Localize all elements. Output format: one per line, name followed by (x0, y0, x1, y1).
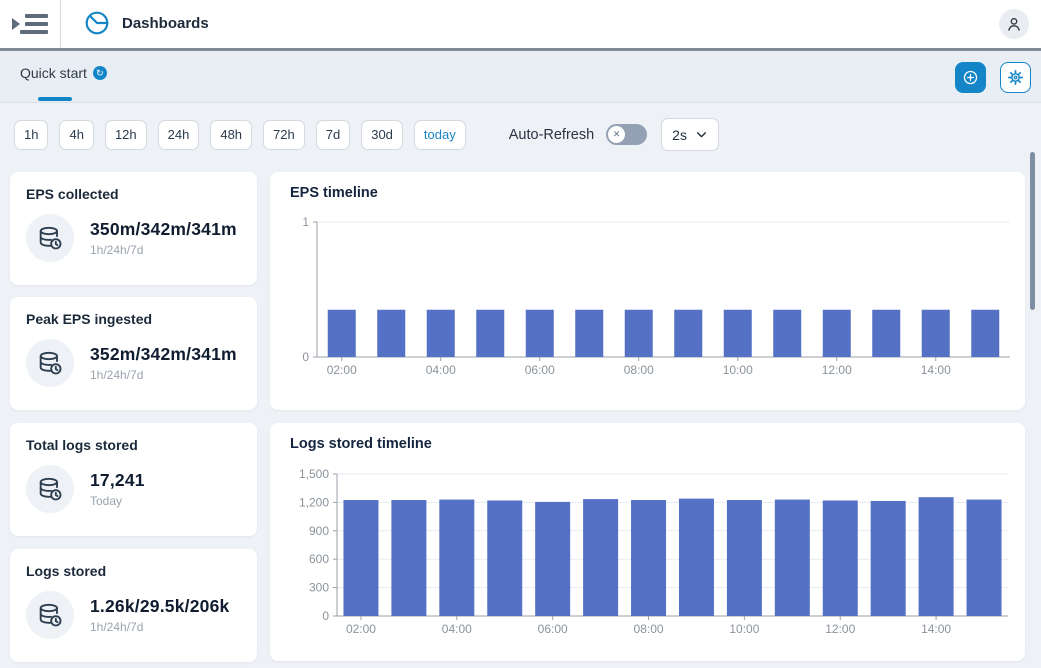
svg-text:0: 0 (302, 350, 309, 364)
auto-refresh-label: Auto-Refresh (509, 127, 594, 143)
range-button-72h[interactable]: 72h (263, 120, 305, 150)
range-button-24h[interactable]: 24h (158, 120, 200, 150)
database-clock-icon (26, 465, 74, 513)
card-value: 352m/342m/341m (90, 344, 237, 365)
logs-stored-timeline-panel: 0 300 600 900 1,200 1,500 02:00 04:00 06:00 08:00… (270, 423, 1025, 661)
card-subtext: 1h/24h/7d (90, 368, 237, 382)
card-eps-collected: EPS collected 350m/342m/341m 1h/24h/7d (10, 172, 257, 285)
svg-text:0: 0 (322, 609, 329, 623)
svg-text:14:00: 14:00 (921, 363, 951, 377)
active-tab-indicator (38, 97, 72, 101)
card-total-logs-stored: Total logs stored 17,241 Today (10, 423, 257, 536)
time-range-toolbar: 1h 4h 12h 24h 48h 72h 7d 30d today Auto-… (14, 118, 719, 151)
eps-timeline-chart: 0 1 02:00 04:00 06:00 08:00 10:00 12:00 14:00 (270, 172, 1025, 410)
svg-text:600: 600 (309, 552, 329, 566)
database-clock-icon (26, 591, 74, 639)
vertical-scrollbar-thumb[interactable] (1030, 152, 1035, 310)
logs-stored-timeline-chart: 0 300 600 900 1,200 1,500 02:00 04:00 06:00 08:00… (270, 423, 1025, 661)
sidebar-toggle-icon (12, 18, 20, 30)
dashboard-settings-button[interactable] (1000, 62, 1031, 93)
gear-icon (1007, 68, 1024, 87)
svg-text:12:00: 12:00 (822, 363, 852, 377)
range-button-12h[interactable]: 12h (105, 120, 147, 150)
svg-text:08:00: 08:00 (634, 622, 664, 636)
circle-plus-icon (962, 68, 979, 87)
sidebar-toggle-button[interactable] (12, 11, 48, 37)
card-title: Logs stored (26, 563, 241, 579)
svg-text:10:00: 10:00 (723, 363, 753, 377)
database-clock-icon (26, 214, 74, 262)
svg-text:02:00: 02:00 (327, 363, 357, 377)
svg-text:300: 300 (309, 581, 329, 595)
svg-text:1,200: 1,200 (299, 495, 329, 509)
user-icon (1005, 14, 1023, 34)
tab-label: Quick start (20, 65, 87, 81)
svg-text:08:00: 08:00 (624, 363, 654, 377)
card-title: Peak EPS ingested (26, 311, 241, 327)
svg-text:1,500: 1,500 (299, 467, 329, 481)
range-button-30d[interactable]: 30d (361, 120, 403, 150)
svg-text:06:00: 06:00 (525, 363, 555, 377)
chevron-down-icon (695, 128, 708, 141)
database-clock-icon (26, 339, 74, 387)
range-button-4h[interactable]: 4h (59, 120, 93, 150)
range-button-today[interactable]: today (414, 120, 466, 150)
svg-text:900: 900 (309, 524, 329, 538)
auto-refresh-toggle[interactable]: ✕ (606, 124, 647, 145)
add-dashboard-button[interactable] (955, 62, 986, 93)
header-divider (60, 0, 61, 48)
svg-text:04:00: 04:00 (442, 622, 472, 636)
card-subtext: 1h/24h/7d (90, 620, 229, 634)
card-peak-eps-ingested: Peak EPS ingested 352m/342m/341m 1h/24h/… (10, 297, 257, 410)
range-button-1h[interactable]: 1h (14, 120, 48, 150)
eps-timeline-panel: 0 1 02:00 04:00 06:00 08:00 10:00 12:00 14:00 EP… (270, 172, 1025, 410)
dashboard-tabbar: Quick start ↻ (0, 51, 1041, 103)
app-window: Dashboards Quick start ↻ (0, 0, 1041, 668)
card-title: Total logs stored (26, 437, 241, 453)
tab-quick-start[interactable]: Quick start ↻ (20, 65, 107, 81)
svg-text:02:00: 02:00 (346, 622, 376, 636)
card-subtext: 1h/24h/7d (90, 243, 237, 257)
card-subtext: Today (90, 494, 145, 508)
toggle-off-x-icon: ✕ (608, 126, 625, 143)
range-button-7d[interactable]: 7d (316, 120, 350, 150)
refresh-interval-select[interactable]: 2s (661, 118, 719, 151)
page-title: Dashboards (122, 15, 209, 32)
svg-text:06:00: 06:00 (538, 622, 568, 636)
card-logs-stored: Logs stored 1.26k/29.5k/206k 1h/24h/7d (10, 549, 257, 662)
svg-text:12:00: 12:00 (825, 622, 855, 636)
card-value: 17,241 (90, 470, 145, 491)
user-avatar-button[interactable] (999, 9, 1029, 39)
card-title: EPS collected (26, 186, 241, 202)
card-value: 1.26k/29.5k/206k (90, 596, 229, 617)
brand: Dashboards (84, 10, 209, 36)
top-header: Dashboards (0, 0, 1041, 48)
chart-title: Logs stored timeline (290, 436, 432, 452)
svg-text:1: 1 (302, 215, 309, 229)
svg-text:10:00: 10:00 (729, 622, 759, 636)
pie-chart-icon (84, 10, 110, 36)
svg-text:04:00: 04:00 (426, 363, 456, 377)
chart-title: EPS timeline (290, 185, 378, 201)
card-value: 350m/342m/341m (90, 219, 237, 240)
svg-text:14:00: 14:00 (921, 622, 951, 636)
range-button-48h[interactable]: 48h (210, 120, 252, 150)
tab-actions (955, 62, 1031, 93)
live-refresh-badge-icon: ↻ (93, 66, 107, 80)
